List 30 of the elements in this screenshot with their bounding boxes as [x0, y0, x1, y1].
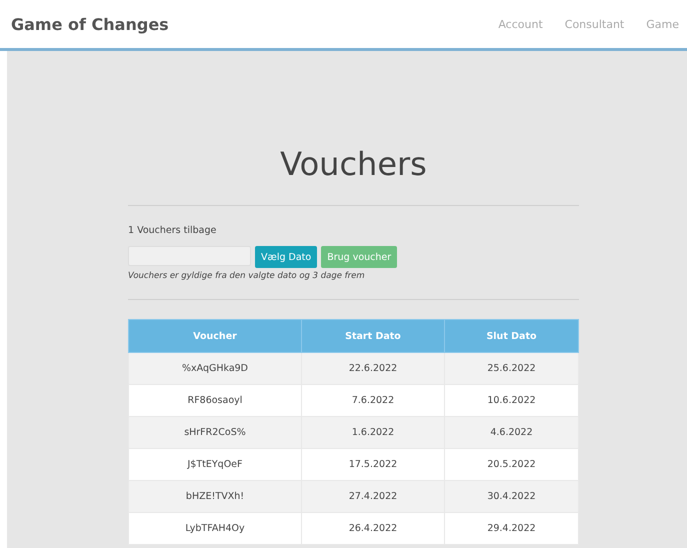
- table-cell: %xAqGHka9D: [128, 352, 302, 384]
- table-cell: RF86osaoyl: [128, 384, 302, 416]
- vouchers-remaining: 1 Vouchers tilbage: [128, 225, 218, 236]
- brand-title[interactable]: Game of Changes: [11, 14, 169, 34]
- table-cell: 1.6.2022: [302, 416, 444, 448]
- table-cell: 10.6.2022: [444, 384, 578, 416]
- table-cell: 17.5.2022: [302, 448, 444, 480]
- table-cell: 27.4.2022: [302, 480, 444, 512]
- table-cell: 26.4.2022: [302, 512, 444, 544]
- nav-link[interactable]: Account: [498, 18, 543, 30]
- table-cell: 22.6.2022: [302, 352, 444, 384]
- column-header: Slut Dato: [444, 320, 578, 352]
- nav-link[interactable]: Game: [646, 18, 679, 30]
- table-cell: 7.6.2022: [302, 384, 444, 416]
- table-cell: J$TtEYqOeF: [128, 448, 302, 480]
- table-cell: 20.5.2022: [444, 448, 578, 480]
- column-header: Voucher: [128, 320, 302, 352]
- validity-note: Vouchers er gyldige fra den valgte dato og 3 dage frem: [128, 271, 366, 281]
- column-header: Start Dato: [302, 320, 444, 352]
- table-cell: 29.4.2022: [444, 512, 578, 544]
- use-voucher-button[interactable]: Brug voucher: [321, 246, 398, 268]
- nav-link[interactable]: Consultant: [564, 18, 624, 30]
- page-title: Vouchers: [279, 145, 428, 185]
- table-cell: LybTFAH4Oy: [128, 512, 302, 544]
- table-cell: 30.4.2022: [444, 480, 578, 512]
- table-cell: 25.6.2022: [444, 352, 578, 384]
- choose-date-button[interactable]: Vælg Dato: [255, 246, 318, 268]
- table-cell: 4.6.2022: [444, 416, 578, 448]
- table-cell: bHZE!TVXh!: [128, 480, 302, 512]
- table-cell: sHrFR2CoS%: [128, 416, 302, 448]
